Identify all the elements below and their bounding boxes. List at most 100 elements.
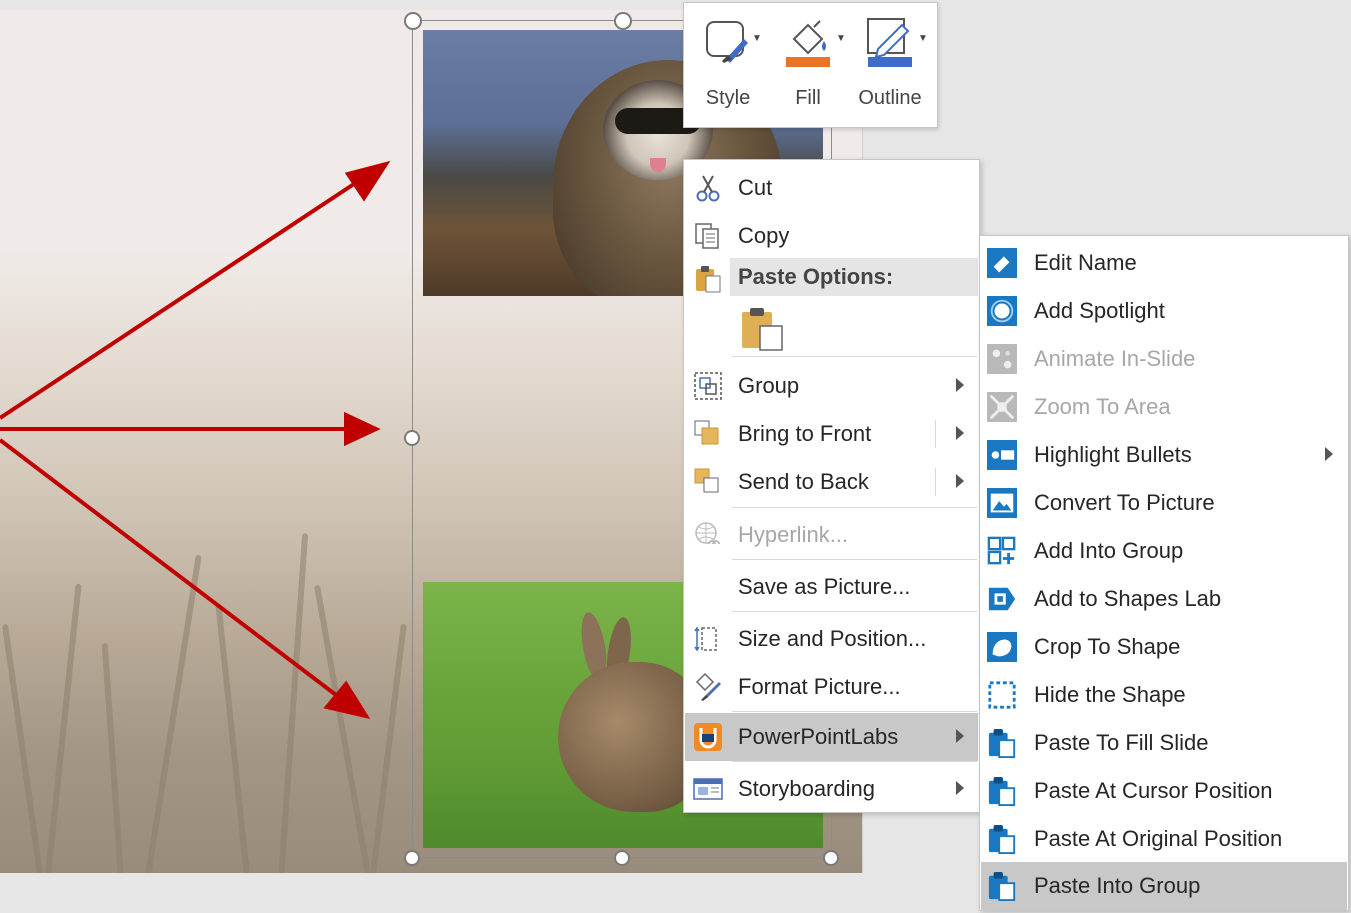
convert-to-picture-icon bbox=[987, 488, 1017, 518]
menu-item-bring-to-front[interactable]: Bring to Front bbox=[685, 410, 978, 458]
hyperlink-label: Hyperlink... bbox=[738, 522, 849, 547]
fill-label: Fill bbox=[795, 87, 821, 109]
submenu-item-convert-to-picture[interactable]: Convert To Picture bbox=[981, 479, 1347, 527]
group-label: Group bbox=[738, 373, 800, 398]
zoom-to-area-label: Zoom To Area bbox=[1034, 394, 1171, 419]
arrowhead-down bbox=[323, 680, 371, 720]
resize-handle-top-left[interactable] bbox=[404, 12, 422, 30]
rotate-handle[interactable] bbox=[614, 12, 632, 30]
powerpointlabs-submenu: Edit Name Add Spotlight Animate In-Slide… bbox=[979, 235, 1349, 911]
menu-item-copy[interactable]: Copy bbox=[685, 212, 978, 260]
shape-style-icon bbox=[706, 21, 748, 63]
cut-label: Cut bbox=[738, 175, 773, 200]
hide-the-shape-label: Hide the Shape bbox=[1034, 682, 1186, 707]
fill-color-bar bbox=[786, 57, 830, 67]
chevron-right-icon bbox=[956, 474, 964, 488]
animate-in-slide-label: Animate In-Slide bbox=[1034, 346, 1196, 371]
submenu-item-highlight-bullets[interactable]: Highlight Bullets bbox=[981, 431, 1347, 479]
menu-item-storyboarding[interactable]: Storyboarding bbox=[685, 765, 978, 813]
bring-to-front-label: Bring to Front bbox=[738, 421, 872, 446]
size-and-position-label: Size and Position... bbox=[738, 626, 927, 651]
paste-to-fill-slide-label: Paste To Fill Slide bbox=[1034, 730, 1209, 755]
submenu-item-animate-in-slide: Animate In-Slide bbox=[981, 335, 1347, 383]
paste-options-label: Paste Options: bbox=[738, 264, 894, 289]
paste-icon bbox=[988, 824, 1016, 854]
add-to-shapes-lab-label: Add to Shapes Lab bbox=[1034, 586, 1222, 611]
menu-item-save-as-picture[interactable]: Save as Picture... bbox=[685, 563, 978, 611]
paste-clipboard-icon bbox=[696, 266, 721, 293]
group-icon bbox=[694, 372, 722, 400]
copy-icon bbox=[695, 223, 719, 249]
submenu-item-add-into-group[interactable]: Add Into Group bbox=[981, 527, 1347, 575]
paste-icon bbox=[988, 871, 1016, 901]
bring-to-front-icon bbox=[694, 420, 719, 445]
scissors-icon bbox=[696, 175, 720, 202]
arrow-up[interactable] bbox=[0, 178, 362, 420]
menu-item-cut[interactable]: Cut bbox=[685, 164, 978, 212]
arrow-down[interactable] bbox=[0, 438, 342, 700]
storyboarding-label: Storyboarding bbox=[738, 776, 875, 801]
edit-name-icon bbox=[987, 248, 1017, 278]
copy-label: Copy bbox=[738, 223, 790, 248]
submenu-item-edit-name[interactable]: Edit Name bbox=[981, 239, 1347, 287]
animate-in-slide-icon bbox=[987, 344, 1017, 374]
context-menu: Cut Copy Paste Options: Group Bring to F… bbox=[683, 159, 980, 813]
submenu-item-paste-at-original-position[interactable]: Paste At Original Position bbox=[981, 815, 1347, 863]
style-button[interactable]: ▼ Style bbox=[690, 11, 766, 121]
style-label: Style bbox=[705, 87, 751, 109]
submenu-item-paste-to-fill-slide[interactable]: Paste To Fill Slide bbox=[981, 719, 1347, 767]
add-into-group-icon bbox=[987, 536, 1016, 565]
paste-into-group-label: Paste Into Group bbox=[1034, 873, 1201, 898]
crop-to-shape-label: Crop To Shape bbox=[1034, 634, 1181, 659]
menu-item-format-picture[interactable]: Format Picture... bbox=[685, 663, 978, 711]
menu-item-size-and-position[interactable]: Size and Position... bbox=[685, 615, 978, 663]
resize-handle-left[interactable] bbox=[404, 430, 420, 446]
save-as-picture-label: Save as Picture... bbox=[738, 574, 911, 599]
powerpointlabs-label: PowerPointLabs bbox=[738, 724, 899, 749]
menu-item-send-to-back[interactable]: Send to Back bbox=[685, 458, 978, 506]
add-spotlight-label: Add Spotlight bbox=[1034, 298, 1165, 323]
chevron-right-icon bbox=[956, 781, 964, 795]
paste-at-cursor-position-label: Paste At Cursor Position bbox=[1034, 778, 1273, 803]
resize-handle-bottom-right[interactable] bbox=[823, 850, 839, 866]
chevron-right-icon bbox=[956, 729, 964, 743]
outline-button[interactable]: ▼ Outline bbox=[852, 11, 928, 121]
menu-item-powerpointlabs[interactable]: PowerPointLabs bbox=[685, 713, 978, 761]
arrowhead-up bbox=[344, 160, 391, 202]
submenu-item-paste-at-cursor-position[interactable]: Paste At Cursor Position bbox=[981, 767, 1347, 815]
menu-item-group[interactable]: Group bbox=[685, 362, 978, 410]
chevron-right-icon bbox=[1325, 447, 1333, 461]
pencil-outline-icon bbox=[867, 18, 912, 67]
submenu-item-paste-into-group[interactable]: Paste Into Group bbox=[981, 862, 1347, 910]
add-into-group-label: Add Into Group bbox=[1034, 538, 1184, 563]
resize-handle-bottom[interactable] bbox=[614, 850, 630, 866]
edit-name-label: Edit Name bbox=[1034, 250, 1137, 275]
storyboarding-icon bbox=[693, 778, 723, 800]
hide-shape-icon bbox=[988, 681, 1016, 709]
chevron-right-icon bbox=[956, 426, 964, 440]
resize-handle-bottom-left[interactable] bbox=[404, 850, 420, 866]
format-picture-icon bbox=[695, 672, 721, 701]
zoom-to-area-icon bbox=[987, 392, 1017, 422]
spotlight-icon bbox=[987, 296, 1017, 326]
convert-to-picture-label: Convert To Picture bbox=[1034, 490, 1215, 515]
format-picture-label: Format Picture... bbox=[738, 674, 901, 699]
submenu-item-crop-to-shape[interactable]: Crop To Shape bbox=[981, 623, 1347, 671]
submenu-item-add-to-shapes-lab[interactable]: Add to Shapes Lab bbox=[981, 575, 1347, 623]
outline-color-bar bbox=[868, 57, 912, 67]
shapes-lab-icon bbox=[988, 587, 1016, 611]
menu-item-hyperlink: Hyperlink... bbox=[685, 511, 978, 559]
submenu-item-add-spotlight[interactable]: Add Spotlight bbox=[981, 287, 1347, 335]
send-to-back-icon bbox=[694, 468, 719, 493]
chevron-right-icon bbox=[956, 378, 964, 392]
paste-keep-formatting-icon[interactable] bbox=[740, 306, 784, 352]
paste-at-original-position-label: Paste At Original Position bbox=[1034, 826, 1283, 851]
fill-button[interactable]: ▼ Fill bbox=[770, 11, 846, 121]
paste-options-header: Paste Options: bbox=[730, 258, 978, 296]
paste-icon bbox=[988, 776, 1016, 806]
submenu-item-hide-the-shape[interactable]: Hide the Shape bbox=[981, 671, 1347, 719]
outline-label: Outline bbox=[858, 87, 922, 109]
highlight-bullets-icon bbox=[987, 440, 1017, 470]
crop-to-shape-icon bbox=[987, 632, 1017, 662]
arrowhead-middle bbox=[344, 411, 381, 447]
